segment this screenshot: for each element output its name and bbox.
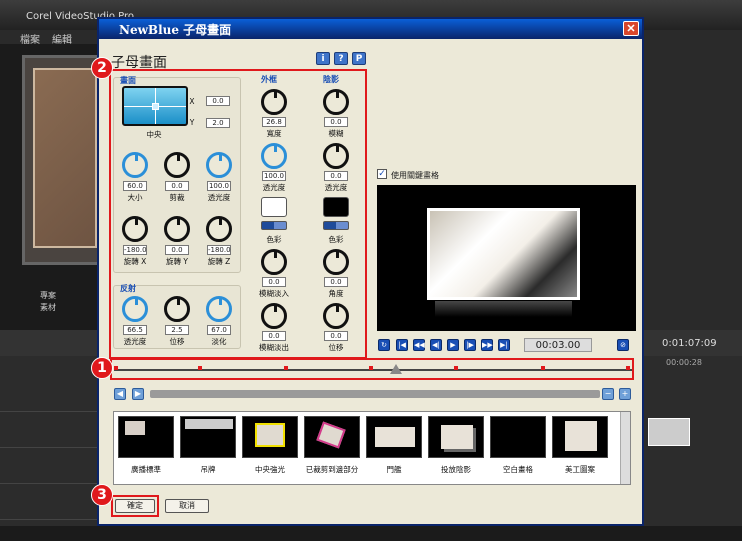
tab-project[interactable]: 專案 <box>40 290 56 301</box>
app-preview <box>22 55 102 265</box>
next-keyframe-button[interactable]: ▶▶ <box>481 339 493 351</box>
menu-edit[interactable]: 編輯 <box>52 31 72 46</box>
timeline-scroll: ◀ ▶ − + <box>114 387 634 401</box>
preset-label: 已裁剪到邊部分 <box>305 465 359 474</box>
cancel-button[interactable]: 取消 <box>165 499 209 513</box>
ruler-time: 00:00:28 <box>666 358 702 367</box>
preview-reflection <box>435 301 572 317</box>
play-button[interactable]: ▶ <box>447 339 459 351</box>
prev-keyframe-button[interactable]: ◀◀ <box>413 339 425 351</box>
scroll-thumb[interactable] <box>150 390 600 398</box>
use-keyframes-label: 使用關鍵畫格 <box>391 171 439 180</box>
scroll-left-button[interactable]: ◀ <box>114 388 126 400</box>
help-button[interactable]: ? <box>334 52 348 65</box>
info-button[interactable]: i <box>316 52 330 65</box>
app-menubar: 檔案 編輯 <box>0 30 100 46</box>
preset-item[interactable]: 美工圖案 <box>550 416 610 482</box>
loop-button[interactable]: ↻ <box>378 339 390 351</box>
preset-item[interactable]: 已裁剪到邊部分 <box>302 416 362 482</box>
app-right-panel <box>643 30 742 330</box>
dialog-title: NewBlue 子母畫面 <box>119 23 232 37</box>
zoom-in-button[interactable]: + <box>619 388 631 400</box>
preset-label: 投放陰影 <box>441 465 471 474</box>
preset-item[interactable]: 吊牌 <box>178 416 238 482</box>
zoom-out-button[interactable]: − <box>602 388 614 400</box>
preview-timecode: 00:03.00 <box>524 338 592 352</box>
preset-button[interactable]: P <box>352 52 366 65</box>
preset-scrollbar[interactable] <box>620 412 630 484</box>
goto-start-button[interactable]: |◀ <box>396 339 408 351</box>
preset-label: 吊牌 <box>200 465 216 474</box>
preset-label: 廣播標準 <box>131 465 161 474</box>
tab-clip[interactable]: 素材 <box>40 302 56 313</box>
preset-label: 門艦 <box>386 465 402 474</box>
close-button[interactable]: ✕ <box>623 21 639 36</box>
ok-highlight <box>111 495 159 517</box>
preset-label: 空白畫格 <box>503 465 533 474</box>
settings-highlight <box>109 69 367 359</box>
preset-item[interactable]: 空白畫格 <box>488 416 548 482</box>
use-keyframes-checkbox[interactable]: ✓ <box>377 169 387 179</box>
pip-dialog: NewBlue 子母畫面 ✕ 子母畫面 i ? P 畫面 中央 X 0.0 Y … <box>91 17 644 526</box>
preset-label: 美工圖案 <box>565 465 595 474</box>
step-forward-button[interactable]: |▶ <box>464 339 476 351</box>
menu-file[interactable]: 檔案 <box>20 31 40 46</box>
scroll-right-button[interactable]: ▶ <box>132 388 144 400</box>
step-back-button[interactable]: ◀| <box>430 339 442 351</box>
goto-end-button[interactable]: ▶| <box>498 339 510 351</box>
timeline-clip[interactable] <box>648 418 690 446</box>
dialog-titlebar: NewBlue 子母畫面 ✕ <box>99 19 642 39</box>
badge-2: 2 <box>91 57 113 79</box>
preset-label: 中央強光 <box>255 465 285 474</box>
badge-3: 3 <box>91 484 113 506</box>
settings-button[interactable]: ⊘ <box>617 339 629 351</box>
preset-item[interactable]: 廣播標準 <box>116 416 176 482</box>
preset-list: 廣播標準 吊牌 中央強光 已裁剪到邊部分 門艦 投放陰影 空白畫格 美工圖案 <box>113 411 631 485</box>
preset-item[interactable]: 投放陰影 <box>426 416 486 482</box>
badge-1: 1 <box>91 357 113 379</box>
preset-item[interactable]: 中央強光 <box>240 416 300 482</box>
preview-photo <box>427 208 580 300</box>
preset-item[interactable]: 門艦 <box>364 416 424 482</box>
timeline-timecode: 0:01:07:09 <box>662 338 717 349</box>
track-highlight <box>110 358 634 380</box>
